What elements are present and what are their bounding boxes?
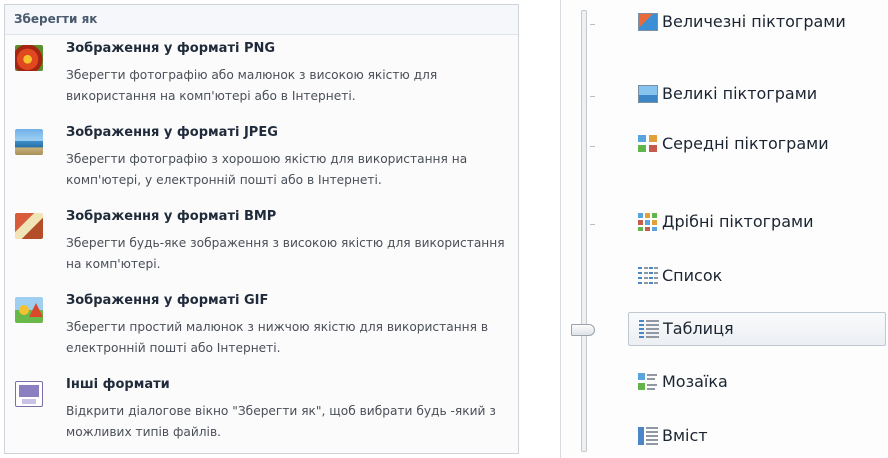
view-option-list[interactable]: Список	[628, 260, 884, 294]
view-options-panel: Величезні піктограми Великі піктограми С…	[560, 0, 886, 458]
gif-image-icon	[15, 297, 43, 323]
view-option-content[interactable]: Вміст	[628, 420, 884, 454]
save-as-panel: Зберегти як Зображення у форматі PNG Збе…	[4, 4, 519, 454]
view-option-details[interactable]: Таблиця	[628, 312, 886, 346]
save-bmp-option[interactable]: Зображення у форматі BMP Зберегти будь-я…	[5, 203, 517, 283]
content-view-icon	[638, 427, 658, 445]
extra-large-icons-icon	[638, 13, 658, 31]
view-option-tiles[interactable]: Мозаїка	[628, 366, 884, 400]
save-other-formats-option[interactable]: Інші формати Відкрити діалогове вікно "З…	[5, 371, 517, 451]
view-size-slider-thumb[interactable]	[571, 324, 595, 336]
format-title: Інші формати	[66, 377, 170, 392]
view-option-label: Середні піктограми	[662, 134, 829, 153]
page: Зберегти як Зображення у форматі PNG Збе…	[0, 0, 888, 458]
format-title: Зображення у форматі PNG	[66, 41, 276, 56]
view-option-label: Вміст	[662, 426, 708, 445]
slider-tick	[590, 224, 595, 225]
save-gif-option[interactable]: Зображення у форматі GIF Зберегти прости…	[5, 287, 517, 367]
other-formats-icon	[15, 381, 43, 407]
jpeg-image-icon	[15, 129, 43, 155]
slider-tick	[590, 24, 595, 25]
slider-tick	[590, 146, 595, 147]
view-option-label: Дрібні піктограми	[662, 212, 814, 231]
view-option-small-icons[interactable]: Дрібні піктограми	[628, 206, 884, 240]
save-as-header: Зберегти як	[5, 5, 518, 35]
format-description: Зберегти фотографію або малюнок з високо…	[66, 68, 438, 103]
view-option-label: Величезні піктограми	[662, 12, 846, 31]
format-title: Зображення у форматі GIF	[66, 293, 269, 308]
save-png-option[interactable]: Зображення у форматі PNG Зберегти фотогр…	[5, 35, 517, 115]
list-view-icon	[638, 267, 658, 285]
bmp-image-icon	[15, 213, 43, 239]
view-option-label: Таблиця	[663, 319, 734, 338]
medium-icons-icon	[638, 135, 658, 153]
png-image-icon	[15, 45, 43, 71]
save-jpeg-option[interactable]: Зображення у форматі JPEG Зберегти фотог…	[5, 119, 517, 199]
format-description: Зберегти простий малюнок з нижчою якістю…	[66, 320, 489, 355]
view-option-large-icons[interactable]: Великі піктограми	[628, 78, 884, 112]
view-option-label: Мозаїка	[662, 372, 728, 391]
slider-tick	[590, 96, 595, 97]
view-size-slider-track[interactable]	[581, 10, 587, 452]
format-title: Зображення у форматі JPEG	[66, 125, 278, 140]
view-option-medium-icons[interactable]: Середні піктограми	[628, 128, 884, 162]
tiles-view-icon	[638, 373, 658, 391]
format-description: Відкрити діалогове вікно "Зберегти як", …	[66, 404, 496, 439]
view-option-extra-large-icons[interactable]: Величезні піктограми	[628, 6, 884, 40]
format-description: Зберегти фотографію з хорошою якістю для…	[66, 152, 468, 187]
view-option-label: Список	[662, 266, 723, 285]
format-title: Зображення у форматі BMP	[66, 209, 277, 224]
large-icons-icon	[638, 85, 658, 103]
view-option-label: Великі піктограми	[662, 84, 818, 103]
details-view-icon	[639, 320, 659, 338]
small-icons-icon	[638, 213, 658, 231]
format-description: Зберегти будь-яке зображення з високою я…	[66, 236, 505, 271]
